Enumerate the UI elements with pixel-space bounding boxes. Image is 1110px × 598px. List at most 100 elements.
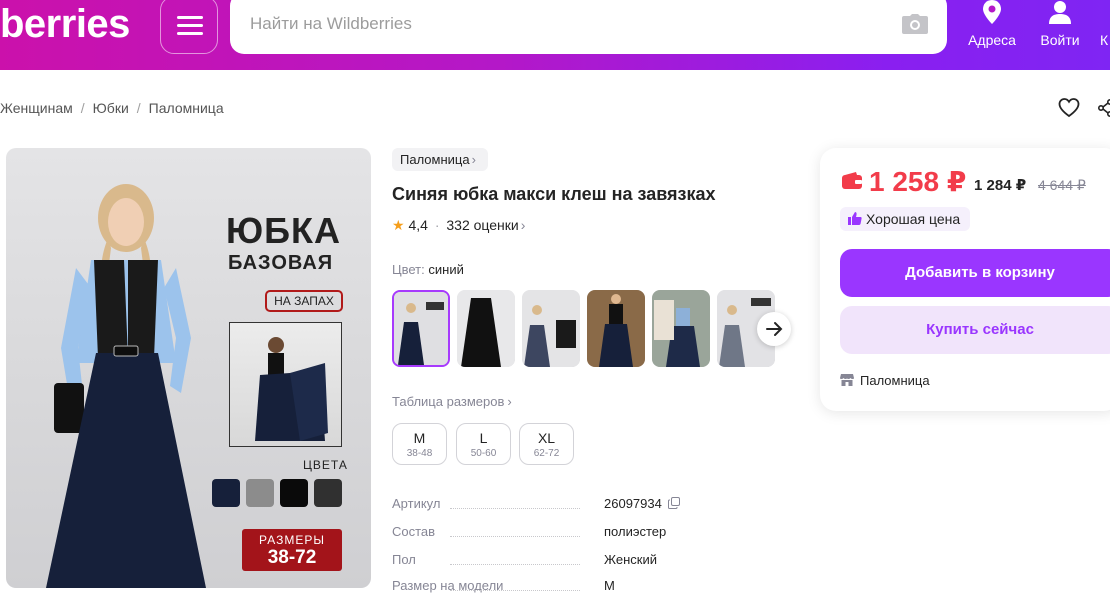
- breadcrumb-separator: /: [80, 100, 85, 116]
- thumb-image: [587, 290, 645, 367]
- add-to-cart-button[interactable]: Добавить в корзину: [840, 249, 1110, 297]
- size-table-label: Таблица размеров: [392, 394, 505, 409]
- site-header: berries Найти на Wildberries Адреса Войт…: [0, 0, 1110, 70]
- article-number: 26097934: [604, 496, 662, 511]
- color-swatch: [246, 479, 274, 507]
- size-name: XL: [537, 430, 556, 446]
- buy-now-button[interactable]: Купить сейчас: [840, 306, 1110, 354]
- chevron-right-icon: ›: [471, 152, 476, 167]
- photo-size-badge: РАЗМЕРЫ 38-72: [242, 529, 342, 571]
- nav-login-label: Войти: [1040, 32, 1080, 48]
- thumbs-next-button[interactable]: [757, 312, 791, 346]
- breadcrumb-item[interactable]: Юбки: [93, 100, 129, 116]
- location-pin-icon: [983, 0, 1001, 24]
- brand-name: Паломница: [400, 152, 470, 167]
- spec-row: Размер на модели M: [392, 578, 792, 598]
- color-variant-thumb[interactable]: [457, 290, 515, 367]
- copy-icon[interactable]: [668, 497, 681, 509]
- heart-icon[interactable]: [1058, 97, 1080, 119]
- spec-row: Артикул 26097934: [392, 496, 792, 516]
- spec-row: Состав полиэстер: [392, 524, 792, 544]
- hamburger-icon: [177, 16, 203, 19]
- color-variant-thumb[interactable]: [587, 290, 645, 367]
- wallet-icon: [842, 172, 862, 189]
- spec-dots: [450, 564, 580, 565]
- photo-title-line1: ЮБКА: [226, 210, 341, 251]
- breadcrumb: Женщинам / Юбки / Паломница: [0, 100, 224, 116]
- photo-inset: [229, 322, 342, 447]
- size-option[interactable]: L 50-60: [456, 423, 511, 465]
- size-range: 38-48: [406, 448, 433, 459]
- color-label-value: синий: [428, 262, 464, 277]
- chevron-right-icon: ›: [520, 217, 526, 233]
- price-wallet: 1 258 ₽: [869, 166, 967, 197]
- spec-dots: [450, 590, 580, 591]
- spec-row: Пол Женский: [392, 552, 792, 572]
- thumbs-up-icon: [848, 212, 862, 225]
- star-icon: ★: [392, 217, 405, 233]
- good-price-badge: Хорошая цена: [840, 207, 971, 231]
- nav-cart[interactable]: К: [1100, 0, 1110, 70]
- menu-button[interactable]: [160, 0, 218, 54]
- nav-cart-label: К: [1100, 32, 1109, 48]
- nav-login[interactable]: Войти: [1035, 0, 1085, 70]
- cart-icon: [1104, 0, 1110, 26]
- color-swatch: [212, 479, 240, 507]
- thumb-image: [652, 290, 710, 367]
- color-swatch: [280, 479, 308, 507]
- hamburger-icon: [177, 32, 203, 35]
- seller-link[interactable]: Паломница: [840, 373, 930, 388]
- spec-dots: [450, 536, 580, 537]
- color-variant-thumb[interactable]: [522, 290, 580, 367]
- user-icon: [1049, 1, 1071, 24]
- photo-badge: НА ЗАПАХ: [265, 290, 343, 312]
- photo-size-label: РАЗМЕРЫ: [259, 533, 325, 547]
- logo[interactable]: berries: [0, 2, 130, 47]
- spec-key: Пол: [392, 552, 416, 567]
- nav-addresses[interactable]: Адреса: [962, 0, 1022, 70]
- inset-model-illustration: [255, 337, 328, 441]
- photo-title-line2: БАЗОВАЯ: [228, 252, 334, 274]
- reviews-count: 332 оценки: [446, 217, 519, 233]
- thumb-image: [522, 290, 580, 367]
- spec-value: 26097934: [604, 496, 681, 511]
- breadcrumb-item[interactable]: Женщинам: [0, 100, 73, 116]
- size-name: M: [413, 430, 426, 446]
- thumb-image: [457, 290, 515, 367]
- color-variant-thumb[interactable]: [392, 290, 450, 367]
- product-main-photo[interactable]: ЮБКА БАЗОВАЯ НА ЗАПАХ ЦВЕТА РАЗМЕРЫ 38-7…: [6, 148, 371, 588]
- rating-value: 4,4: [408, 217, 428, 233]
- nav-addresses-label: Адреса: [968, 32, 1016, 48]
- color-swatch: [314, 479, 342, 507]
- size-table-link[interactable]: Таблица размеров ›: [392, 394, 512, 409]
- spec-value: Женский: [604, 552, 657, 567]
- spec-key: Состав: [392, 524, 436, 539]
- color-label: Цвет: синий: [392, 262, 464, 277]
- good-price-label: Хорошая цена: [866, 211, 961, 227]
- camera-icon[interactable]: [902, 14, 928, 34]
- breadcrumb-item[interactable]: Паломница: [149, 100, 224, 116]
- size-range: 62-72: [533, 448, 560, 459]
- hamburger-icon: [177, 24, 203, 27]
- spec-value: полиэстер: [604, 524, 667, 539]
- share-icon[interactable]: [1098, 99, 1110, 117]
- dot-separator: ·: [434, 217, 440, 233]
- thumb-image: [394, 292, 448, 365]
- brand-link[interactable]: Паломница ›: [392, 148, 488, 171]
- size-range: 50-60: [470, 448, 497, 459]
- rating-row[interactable]: ★ 4,4 · 332 оценки ›: [392, 217, 525, 234]
- size-name: L: [479, 430, 488, 446]
- size-option[interactable]: M 38-48: [392, 423, 447, 465]
- photo-colors-label: ЦВЕТА: [303, 458, 348, 472]
- search-placeholder: Найти на Wildberries: [250, 14, 412, 33]
- chevron-right-icon: ›: [507, 394, 512, 409]
- size-option[interactable]: XL 62-72: [519, 423, 574, 465]
- spec-key: Артикул: [392, 496, 441, 511]
- model-illustration: [46, 184, 206, 588]
- price-regular: 1 284 ₽: [974, 177, 1027, 194]
- search-input[interactable]: Найти на Wildberries: [230, 0, 947, 54]
- color-variant-thumb[interactable]: [652, 290, 710, 367]
- color-label-key: Цвет:: [392, 262, 425, 277]
- buy-card: 1 258 ₽ 1 284 ₽ 4 644 ₽ Хорошая цена Доб…: [820, 148, 1110, 411]
- price-old: 4 644 ₽: [1038, 177, 1086, 193]
